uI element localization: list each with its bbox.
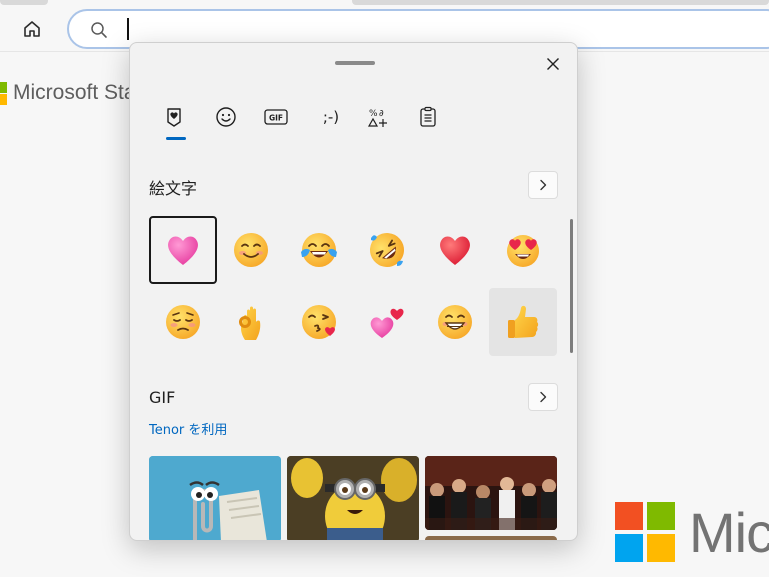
symbols-icon: % ∂ xyxy=(367,109,387,127)
tab-clipboard[interactable] xyxy=(408,99,448,135)
emoji-rolling-on-the-floor-laughing[interactable] xyxy=(353,216,421,284)
ok-hand-icon xyxy=(239,306,261,340)
active-tab-indicator xyxy=(166,137,186,140)
gif-thumbnail[interactable] xyxy=(425,456,557,530)
gif-thumbnail[interactable] xyxy=(287,456,419,540)
emoji-grid xyxy=(149,216,559,356)
gif-thumbnail[interactable] xyxy=(425,536,557,540)
microsoft-logo xyxy=(0,82,7,105)
gif-preview-minions xyxy=(287,456,419,540)
chevron-right-icon xyxy=(540,179,547,191)
svg-text:∂: ∂ xyxy=(379,109,384,119)
red-heart-icon xyxy=(440,236,470,265)
tab-emoji[interactable] xyxy=(206,99,246,135)
emoji-two-hearts[interactable] xyxy=(353,288,421,356)
emoji-panel: GIF ;-) % ∂ 絵文字 GIF Tenor を利用 xyxy=(129,42,578,541)
svg-text:GIF: GIF xyxy=(269,114,283,123)
emoji-face-with-tears-of-joy[interactable] xyxy=(285,216,353,284)
smiling-face-icon xyxy=(234,233,268,267)
tab-gif[interactable]: GIF xyxy=(256,99,296,135)
emoji-face-blowing-a-kiss[interactable] xyxy=(285,288,353,356)
svg-text:%: % xyxy=(369,109,378,119)
clipboard-icon xyxy=(420,106,436,127)
tab-kaomoji[interactable]: ;-) xyxy=(306,99,356,135)
rofl-icon xyxy=(370,233,404,267)
emoji-beaming-face[interactable] xyxy=(421,288,489,356)
heart-eyes-icon xyxy=(507,235,539,267)
search-icon xyxy=(91,22,107,38)
gif-preview-clippy xyxy=(149,456,281,540)
gif-more-button[interactable] xyxy=(528,383,558,411)
gif-preview-audience xyxy=(425,456,557,530)
gif-icon: GIF xyxy=(264,109,288,125)
beaming-face-icon xyxy=(438,305,472,339)
pink-heart-icon xyxy=(168,236,198,265)
home-button[interactable] xyxy=(16,14,48,44)
emoji-ok-hand[interactable] xyxy=(217,288,285,356)
tenor-provider-link[interactable]: Tenor を利用 xyxy=(149,419,227,438)
brand-text-large: Mic xyxy=(689,501,769,564)
emoji-more-button[interactable] xyxy=(528,171,558,199)
home-icon xyxy=(24,21,40,37)
drag-handle[interactable] xyxy=(335,61,375,65)
tab-symbols[interactable]: % ∂ xyxy=(358,99,398,135)
emoji-thumbs-up[interactable] xyxy=(489,288,557,356)
tab[interactable] xyxy=(352,0,769,5)
scrollbar-thumb[interactable] xyxy=(570,219,573,353)
pensive-face-icon xyxy=(166,305,200,339)
thumbs-up-icon xyxy=(508,305,539,338)
heart-in-box-icon xyxy=(167,108,181,127)
emoji-smiling-face-with-heart-eyes[interactable] xyxy=(489,216,557,284)
emoji-pink-heart[interactable] xyxy=(149,216,217,284)
emoji-pensive-face[interactable] xyxy=(149,288,217,356)
gif-thumbnail[interactable] xyxy=(149,456,281,540)
close-button[interactable] xyxy=(540,51,566,77)
brand-text: Microsoft Sta xyxy=(13,81,136,104)
section-title-gif: GIF xyxy=(149,388,176,407)
category-tabs: GIF ;-) % ∂ xyxy=(154,99,454,143)
tab-recent[interactable] xyxy=(154,99,194,135)
chevron-right-icon xyxy=(540,391,547,403)
microsoft-logo-large xyxy=(615,502,675,562)
text-caret xyxy=(127,18,129,40)
tab[interactable] xyxy=(0,0,48,5)
smiley-icon xyxy=(216,107,236,127)
face-with-tears-of-joy-icon xyxy=(301,233,337,267)
emoji-smiling-face[interactable] xyxy=(217,216,285,284)
emoji-red-heart[interactable] xyxy=(421,216,489,284)
section-title-emoji: 絵文字 xyxy=(149,179,198,198)
close-icon xyxy=(547,58,559,70)
kissing-face-icon xyxy=(302,305,336,339)
two-hearts-icon xyxy=(370,308,404,338)
